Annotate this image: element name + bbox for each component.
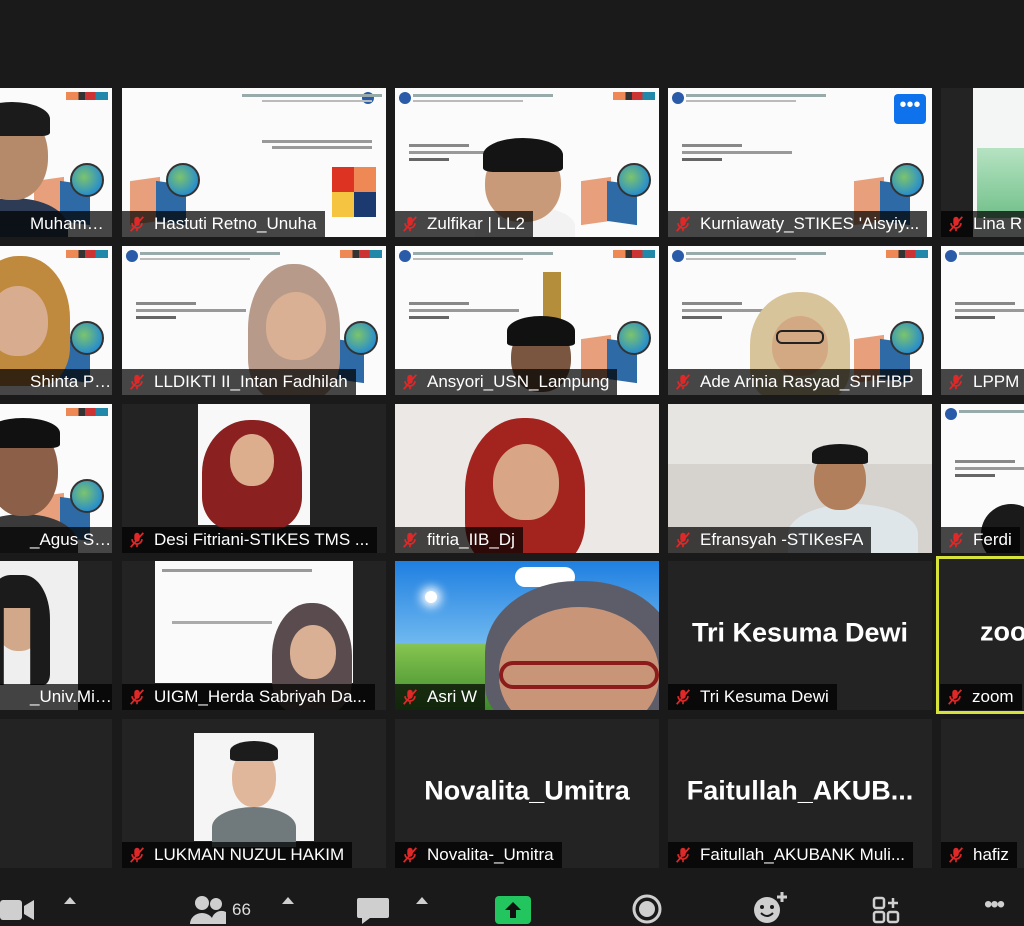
participant-name-label: Ansyori_USN_Lampung: [395, 369, 618, 395]
participant-name-label: Ferdi: [941, 527, 1020, 553]
participant-name-label: fitria_IIB_Dj: [395, 527, 523, 553]
participant-name-label: Hastuti Retno_Unuha: [122, 211, 325, 237]
participant-display-name: zoo: [980, 616, 1024, 647]
participant-tile[interactable]: arisa: [0, 719, 112, 868]
participant-name-label: Zulfikar | LL2: [395, 211, 533, 237]
mic-muted-icon: [401, 688, 419, 706]
participant-name-label: Shinta Pusp...: [0, 369, 112, 395]
participants-options-caret[interactable]: [282, 897, 294, 904]
participant-name-label: Asri W: [395, 684, 486, 710]
active-speaker-tile[interactable]: zoo zoom: [936, 556, 1024, 714]
mic-muted-icon: [674, 531, 692, 549]
participant-tile[interactable]: Ade Arinia Rasyad_STIFIBP: [668, 246, 932, 395]
participant-name-label: Kurniawaty_STIKES 'Aisyiy...: [668, 211, 928, 237]
mic-muted-icon: [947, 846, 965, 864]
participant-tile[interactable]: Muhammad At...: [0, 88, 112, 237]
participant-display-name: Novalita_Umitra: [424, 774, 630, 805]
participant-tile[interactable]: Novalita_Umitra Novalita-_Umitra: [395, 719, 659, 868]
more-options-button[interactable]: •••: [894, 94, 926, 124]
video-camera-icon[interactable]: [0, 894, 36, 924]
mic-muted-icon: [401, 846, 419, 864]
mic-muted-icon: [401, 215, 419, 233]
mic-muted-icon: [674, 688, 692, 706]
apps-icon[interactable]: [872, 896, 902, 926]
participant-name-label: zoom: [940, 684, 1022, 710]
chat-icon[interactable]: [356, 896, 390, 926]
participant-tile[interactable]: hafiz: [941, 719, 1024, 868]
participant-tile[interactable]: LPPM: [941, 246, 1024, 395]
mic-muted-icon: [674, 373, 692, 391]
participant-name-label: _Agus Susil...: [0, 527, 112, 553]
more-toolbar-icon[interactable]: •••: [984, 893, 1005, 917]
participant-tile[interactable]: Ansyori_USN_Lampung: [395, 246, 659, 395]
mic-muted-icon: [947, 215, 965, 233]
record-icon[interactable]: [632, 894, 662, 924]
participant-tile[interactable]: Lina R: [941, 88, 1024, 237]
participant-tile[interactable]: Zulfikar | LL2: [395, 88, 659, 237]
participant-name-label: hafiz: [941, 842, 1017, 868]
mic-muted-icon: [128, 688, 146, 706]
participant-tile[interactable]: Ferdi: [941, 404, 1024, 553]
participant-name-label: Ade Arinia Rasyad_STIFIBP: [668, 369, 922, 395]
participant-tile[interactable]: Desi Fitriani-STIKES TMS ...: [122, 404, 386, 553]
meeting-toolbar: 66 •••: [0, 870, 1024, 924]
participant-tile[interactable]: LLDIKTI II_Intan Fadhilah: [122, 246, 386, 395]
participant-tile[interactable]: fitria_IIB_Dj: [395, 404, 659, 553]
participant-tile[interactable]: Shinta Pusp...: [0, 246, 112, 395]
mic-muted-icon: [128, 531, 146, 549]
chat-options-caret[interactable]: [416, 897, 428, 904]
participants-icon[interactable]: [188, 894, 228, 924]
participant-name-label: Desi Fitriani-STIKES TMS ...: [122, 527, 378, 553]
participant-name-label: LPPM: [941, 369, 1024, 395]
reactions-icon[interactable]: [752, 890, 788, 924]
video-options-caret[interactable]: [64, 897, 76, 904]
mic-muted-icon: [128, 846, 146, 864]
mic-muted-icon: [128, 215, 146, 233]
participant-display-name: Faitullah_AKUB...: [686, 774, 914, 805]
participant-tile[interactable]: Faitullah_AKUB... Faitullah_AKUBANK Muli…: [668, 719, 932, 868]
participant-display-name: Tri Kesuma Dewi: [691, 616, 909, 647]
participant-name-label: Tri Kesuma Dewi: [668, 684, 837, 710]
participant-name-label: LLDIKTI II_Intan Fadhilah: [122, 369, 356, 395]
participant-tile[interactable]: Hastuti Retno_Unuha: [122, 88, 386, 237]
participant-name-label: Faitullah_AKUBANK Muli...: [668, 842, 914, 868]
gallery-grid: Muhammad At... Hastuti Retno_Unuha Zulfi…: [0, 0, 1024, 870]
participant-tile[interactable]: _Univ.Mitra ...: [0, 561, 112, 710]
participant-tile[interactable]: _Agus Susil...: [0, 404, 112, 553]
mic-muted-icon: [946, 688, 964, 706]
participant-tile[interactable]: LUKMAN NUZUL HAKIM: [122, 719, 386, 868]
mic-muted-icon: [401, 373, 419, 391]
participant-name-label: Muhammad At...: [0, 211, 112, 237]
share-screen-icon[interactable]: [495, 896, 531, 924]
participant-tile[interactable]: ••• Kurniawaty_STIKES 'Aisyiy...: [668, 88, 932, 237]
participants-count: 66: [232, 900, 251, 919]
participant-tile[interactable]: Tri Kesuma Dewi Tri Kesuma Dewi: [668, 561, 932, 710]
mic-muted-icon: [401, 531, 419, 549]
mic-muted-icon: [674, 846, 692, 864]
participant-tile[interactable]: Efransyah -STIKesFA: [668, 404, 932, 553]
participant-tile[interactable]: UIGM_Herda Sabriyah Da...: [122, 561, 386, 710]
participant-name-label: _Univ.Mitra ...: [0, 684, 112, 710]
participant-tile[interactable]: Asri W: [395, 561, 659, 710]
participant-name-label: Efransyah -STIKesFA: [668, 527, 872, 553]
participant-name-label: Lina R: [941, 211, 1024, 237]
participant-display-name: arisa: [0, 775, 112, 806]
mic-muted-icon: [947, 373, 965, 391]
mic-muted-icon: [128, 373, 146, 391]
mic-muted-icon: [674, 215, 692, 233]
participant-name-label: LUKMAN NUZUL HAKIM: [122, 842, 353, 868]
participant-name-label: Novalita-_Umitra: [395, 842, 562, 868]
participant-name-label: UIGM_Herda Sabriyah Da...: [122, 684, 375, 710]
mic-muted-icon: [947, 531, 965, 549]
